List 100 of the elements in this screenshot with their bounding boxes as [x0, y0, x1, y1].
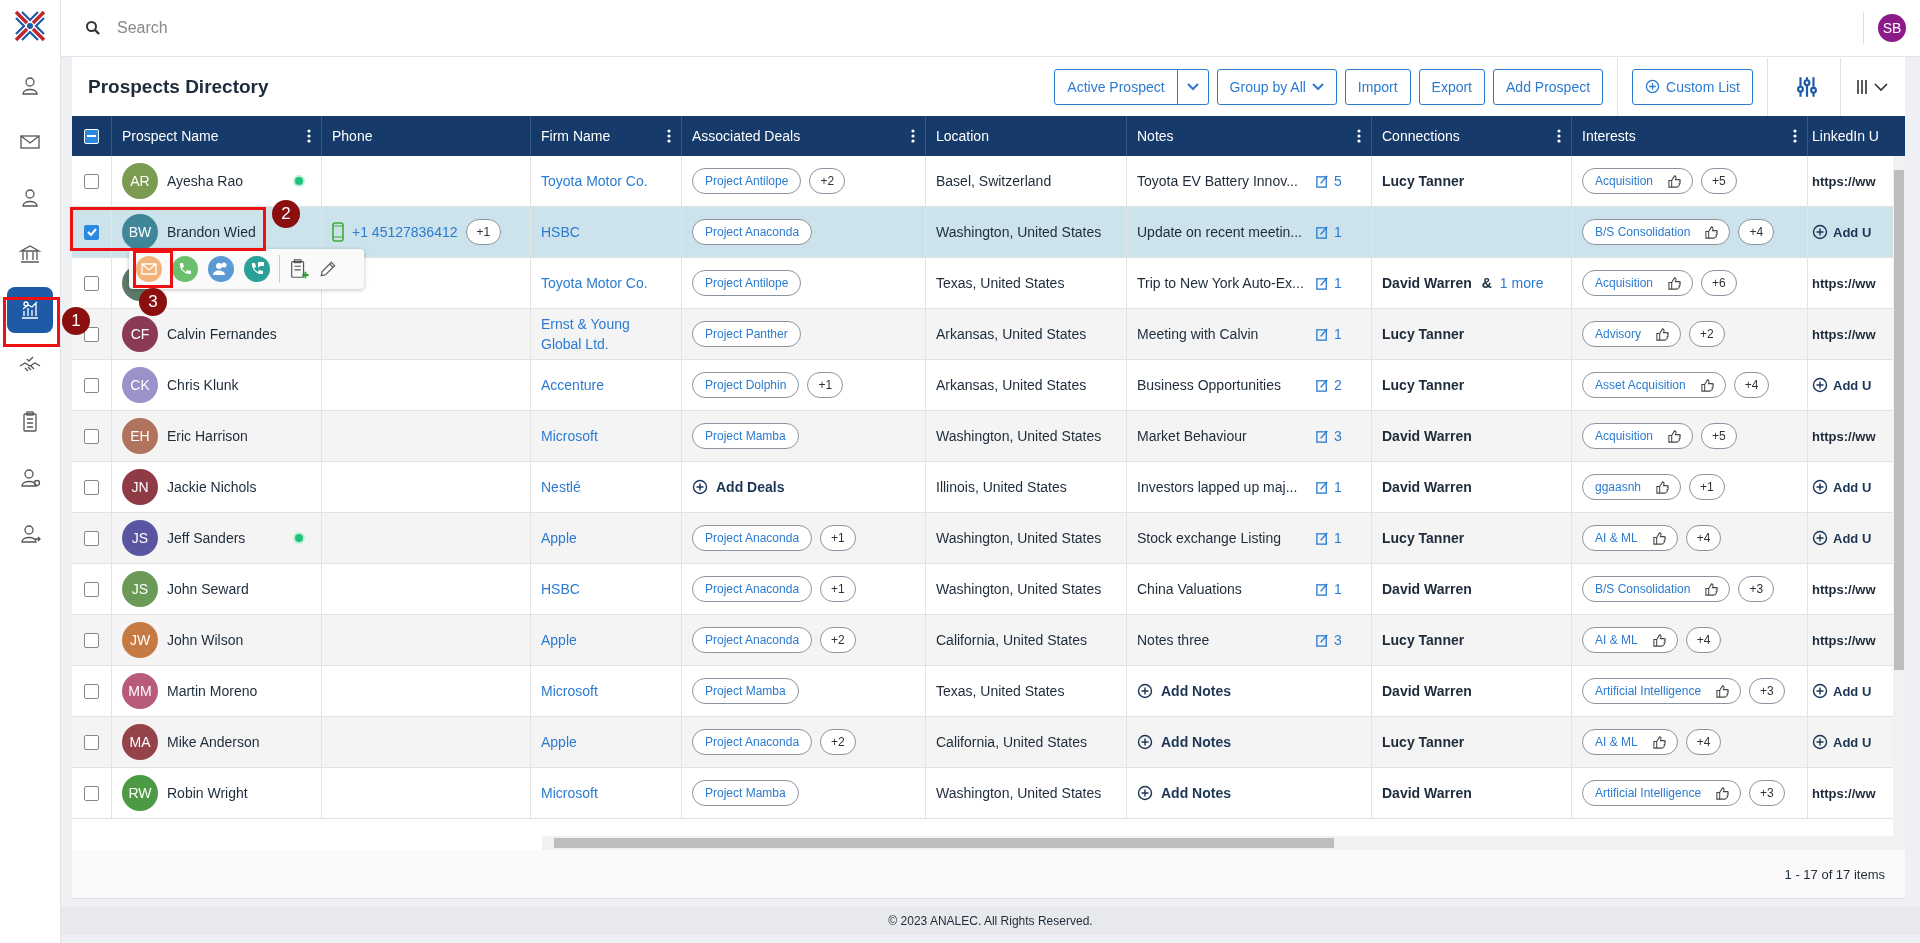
- more-count-pill[interactable]: +2: [809, 168, 846, 194]
- interest-tag[interactable]: Acquisition: [1582, 270, 1694, 296]
- column-menu-icon[interactable]: [667, 129, 671, 143]
- user-avatar[interactable]: SB: [1878, 14, 1906, 42]
- deal-tag[interactable]: Project Anaconda: [692, 627, 813, 653]
- note-count[interactable]: 1: [1334, 530, 1342, 546]
- row-checkbox[interactable]: [84, 173, 99, 189]
- vertical-scrollbar[interactable]: [1893, 156, 1905, 836]
- contacts-icon[interactable]: [207, 255, 235, 283]
- thumbs-up-icon[interactable]: [1699, 377, 1715, 393]
- row-checkbox[interactable]: [84, 326, 99, 342]
- prospect-name[interactable]: John Seward: [167, 581, 311, 597]
- thumbs-up-icon[interactable]: [1715, 683, 1731, 699]
- interest-tag[interactable]: Artificial Intelligence: [1582, 678, 1742, 704]
- edit-note-icon[interactable]: [1315, 581, 1330, 597]
- prospect-name[interactable]: Ayesha Rao: [167, 173, 286, 189]
- thumbs-up-icon[interactable]: [1655, 326, 1670, 342]
- linkedin-url[interactable]: https://ww: [1812, 581, 1876, 597]
- add-url-link[interactable]: Add U: [1833, 224, 1872, 240]
- row-checkbox[interactable]: [84, 530, 99, 546]
- row-checkbox[interactable]: [84, 683, 99, 699]
- add-notes-link[interactable]: Add Notes: [1161, 785, 1231, 801]
- thumbs-up-icon[interactable]: [1715, 785, 1731, 801]
- deal-tag[interactable]: Project Panther: [692, 321, 801, 347]
- deal-tag[interactable]: Project Anaconda: [692, 576, 813, 602]
- linkedin-url[interactable]: https://ww: [1812, 785, 1876, 801]
- more-count-pill[interactable]: +4: [1685, 525, 1722, 551]
- more-count-pill[interactable]: +6: [1701, 270, 1737, 296]
- row-checkbox[interactable]: [84, 479, 99, 495]
- firm-link[interactable]: Apple: [541, 630, 577, 650]
- more-count-pill[interactable]: +5: [1701, 423, 1737, 449]
- row-checkbox[interactable]: [84, 275, 99, 291]
- more-count-pill[interactable]: +1: [807, 372, 844, 398]
- more-count-pill[interactable]: +3: [1738, 576, 1775, 602]
- column-header[interactable]: Interests: [1582, 128, 1636, 144]
- row-checkbox[interactable]: [84, 224, 99, 240]
- firm-link[interactable]: Nestlé: [541, 477, 581, 497]
- more-count-pill[interactable]: +1: [465, 219, 502, 245]
- interest-tag[interactable]: AI & ML: [1582, 729, 1678, 755]
- pencil-icon[interactable]: [318, 259, 338, 279]
- linkedin-url[interactable]: https://ww: [1812, 428, 1876, 444]
- prospect-name[interactable]: Jeff Sanders: [167, 530, 286, 546]
- firm-link[interactable]: Microsoft: [541, 426, 598, 446]
- table-row[interactable]: MM Martin Moreno Microsoft Project Mamba Texas, United States Add Notes David Warren Artificial Intelligence +3 Add U: [72, 666, 1893, 717]
- note-count[interactable]: 1: [1334, 581, 1342, 597]
- table-row[interactable]: AR Ayesha Rao Toyota Motor Co. Project Antilope +2 Basel, Switzerland Toyota EV Battery Innov... 5 Lucy Tanner Acquisition +5 https://ww: [72, 156, 1893, 207]
- interest-tag[interactable]: AI & ML: [1582, 627, 1678, 653]
- edit-note-icon[interactable]: [1315, 173, 1330, 189]
- firm-link[interactable]: Apple: [541, 528, 577, 548]
- firm-link[interactable]: Ernst & Young Global Ltd.: [541, 314, 671, 354]
- edit-note-icon[interactable]: [1315, 224, 1330, 240]
- thumbs-up-icon[interactable]: [1655, 479, 1671, 495]
- more-count-pill[interactable]: +4: [1685, 729, 1722, 755]
- row-checkbox[interactable]: [84, 581, 99, 597]
- toolbar-button[interactable]: Add Prospect: [1493, 68, 1604, 105]
- prospect-name[interactable]: Jackie Nichols: [167, 479, 311, 495]
- note-count[interactable]: 1: [1334, 275, 1342, 291]
- custom-list-button[interactable]: Custom List: [1632, 68, 1753, 105]
- prospect-name[interactable]: Chris Klunk: [167, 377, 311, 393]
- add-url-link[interactable]: Add U: [1833, 479, 1872, 495]
- note-count[interactable]: 1: [1334, 326, 1342, 342]
- column-header[interactable]: Location: [936, 128, 989, 144]
- firm-link[interactable]: Toyota Motor Co.: [541, 171, 648, 191]
- add-url-link[interactable]: Add U: [1833, 683, 1872, 699]
- select-all-checkbox[interactable]: [84, 128, 99, 144]
- prospect-name[interactable]: Robin Wright: [167, 785, 311, 801]
- linkedin-url[interactable]: https://ww: [1812, 326, 1876, 342]
- more-count-pill[interactable]: +2: [820, 627, 856, 653]
- sidebar-nav-button[interactable]: [7, 287, 53, 333]
- column-header[interactable]: Connections: [1382, 128, 1460, 144]
- status-dropdown-button[interactable]: [1176, 68, 1209, 105]
- table-row[interactable]: EH Eric Harrison Microsoft Project Mamba Washington, United States Market Behaviour 3 David Warren Acquisition +5 https://ww: [72, 411, 1893, 462]
- interest-tag[interactable]: Acquisition: [1582, 423, 1694, 449]
- deal-tag[interactable]: Project Mamba: [692, 423, 799, 449]
- edit-note-icon[interactable]: [1315, 479, 1330, 495]
- interest-tag[interactable]: ggaasnh: [1582, 474, 1682, 500]
- group-dropdown[interactable]: Group by All: [1216, 68, 1337, 105]
- table-row[interactable]: RW Robin Wright Microsoft Project Mamba Washington, United States Add Notes David Warren Artificial Intelligence +3 https://ww: [72, 768, 1893, 819]
- thumbs-up-icon[interactable]: [1704, 224, 1720, 240]
- interest-tag[interactable]: Artificial Intelligence: [1582, 780, 1742, 806]
- firm-link[interactable]: Microsoft: [541, 783, 598, 803]
- firm-link[interactable]: Toyota Motor Co.: [541, 273, 648, 293]
- deal-tag[interactable]: Project Antilope: [692, 168, 802, 194]
- horizontal-scrollbar[interactable]: [542, 836, 1905, 850]
- deal-tag[interactable]: Project Anaconda: [692, 729, 813, 755]
- interest-tag[interactable]: B/S Consolidation: [1582, 219, 1731, 245]
- edit-note-icon[interactable]: [1315, 632, 1330, 648]
- search-field[interactable]: Search: [115, 18, 419, 38]
- more-count-pill[interactable]: +3: [1749, 678, 1785, 704]
- add-url-link[interactable]: Add U: [1833, 530, 1872, 546]
- table-row[interactable]: CK Chris Klunk Accenture Project Dolphin +1 Arkansas, United States Business Opportunities 2 Lucy Tanner Asset Acquisition +4 Add U: [72, 360, 1893, 411]
- more-count-pill[interactable]: +1: [820, 576, 856, 602]
- thumbs-up-icon[interactable]: [1667, 275, 1683, 291]
- prospect-name[interactable]: John Wilson: [167, 632, 311, 648]
- add-url-link[interactable]: Add U: [1833, 734, 1872, 750]
- interest-tag[interactable]: B/S Consolidation: [1582, 576, 1731, 602]
- thumbs-up-icon[interactable]: [1651, 530, 1667, 546]
- column-header[interactable]: LinkedIn U: [1812, 128, 1879, 144]
- add-notes-link[interactable]: Add Notes: [1161, 683, 1231, 699]
- thumbs-up-icon[interactable]: [1704, 581, 1720, 597]
